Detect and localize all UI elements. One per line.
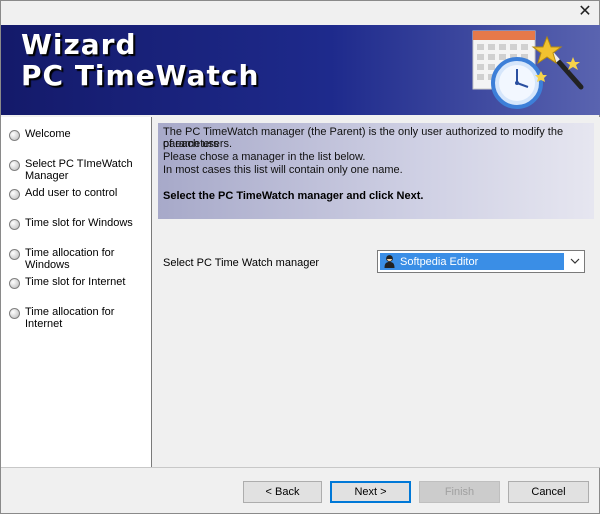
wizard-window: ✕ Wizard PC TimeWatch Welcome Select PC …	[0, 0, 600, 514]
cancel-button[interactable]: Cancel	[508, 481, 589, 503]
step-label: Select PC TImeWatch Manager	[25, 158, 133, 182]
close-button[interactable]: ✕	[571, 1, 599, 25]
manager-dropdown-value: Softpedia Editor	[400, 255, 479, 268]
back-button[interactable]: < Back	[243, 481, 322, 503]
manager-select-label: Select PC Time Watch manager	[163, 257, 320, 269]
finish-button[interactable]: Finish	[419, 481, 500, 503]
step-select-manager[interactable]: Select PC TImeWatch Manager	[9, 158, 135, 182]
manager-dropdown-selected: Softpedia Editor	[380, 253, 564, 270]
step-label: Time allocation for Internet	[25, 306, 115, 330]
step-time-allocation-internet[interactable]: Time allocation for Internet	[9, 306, 135, 330]
chevron-down-icon[interactable]	[570, 256, 580, 266]
info-panel: The PC TimeWatch manager (the Parent) is…	[158, 123, 594, 219]
step-label: Welcome	[25, 128, 71, 140]
banner-title-app: PC TimeWatch	[21, 59, 260, 92]
step-bullet-icon	[9, 278, 20, 289]
step-welcome[interactable]: Welcome	[9, 128, 135, 141]
wizard-steps-sidebar: Welcome Select PC TImeWatch Manager Add …	[1, 117, 152, 467]
step-bullet-icon	[9, 219, 20, 230]
step-bullet-icon	[9, 160, 20, 171]
calendar-clock-magic-wand-icon	[472, 30, 584, 109]
footer-separator	[1, 467, 600, 468]
step-label: Time slot for Windows	[25, 217, 133, 229]
user-icon	[384, 255, 395, 268]
step-bullet-icon	[9, 130, 20, 141]
wizard-banner: Wizard PC TimeWatch	[1, 25, 600, 115]
step-label: Time allocation for Windows	[25, 247, 115, 271]
manager-dropdown[interactable]: Softpedia Editor	[377, 250, 585, 273]
step-time-slot-windows[interactable]: Time slot for Windows	[9, 217, 135, 230]
banner-title-wizard: Wizard	[21, 28, 137, 61]
step-label: Time slot for Internet	[25, 276, 126, 288]
step-bullet-icon	[9, 308, 20, 319]
info-text-line: In most cases this list will contain onl…	[163, 164, 403, 176]
step-bullet-icon	[9, 249, 20, 260]
step-label: Add user to control	[25, 187, 118, 199]
step-bullet-icon	[9, 189, 20, 200]
info-instruction: Select the PC TimeWatch manager and clic…	[163, 190, 424, 202]
info-text-line: Please chose a manager in the list below…	[163, 151, 366, 163]
step-time-slot-internet[interactable]: Time slot for Internet	[9, 276, 135, 289]
close-icon: ✕	[578, 3, 592, 20]
wizard-content: The PC TimeWatch manager (the Parent) is…	[152, 117, 600, 467]
step-time-allocation-windows[interactable]: Time allocation for Windows	[9, 247, 135, 271]
next-button[interactable]: Next >	[330, 481, 411, 503]
step-add-user[interactable]: Add user to control	[9, 187, 135, 200]
info-text-line: of each users.	[163, 138, 233, 150]
